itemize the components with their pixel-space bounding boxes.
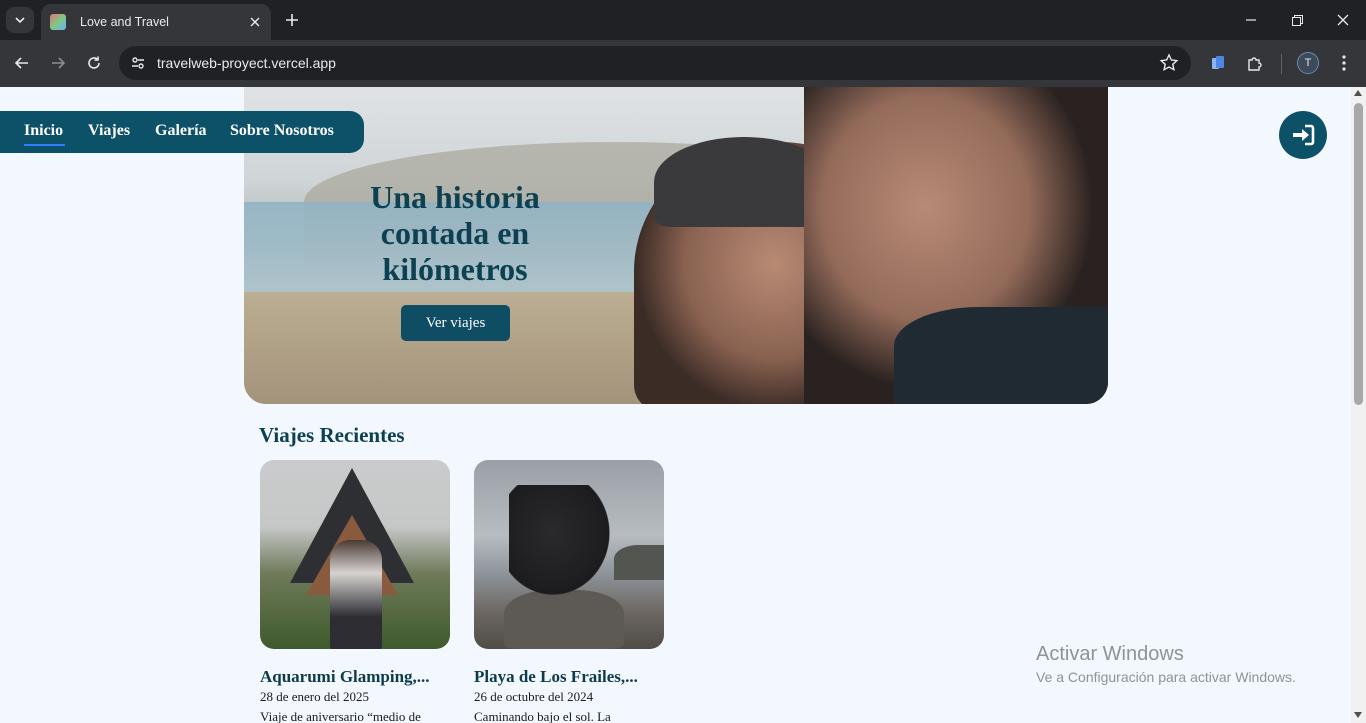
scroll-thumb[interactable] [1354,103,1363,405]
trip-card-description: Caminando bajo el sol. La [474,709,611,723]
couple-figure [330,540,382,649]
hero-photo-shirt [894,307,1108,404]
url-text: travelweb-proyect.vercel.app [157,55,336,71]
vertical-scrollbar[interactable] [1351,87,1366,723]
login-button[interactable] [1279,111,1327,159]
restore-icon [1291,14,1303,26]
puzzle-icon [1248,57,1262,71]
browser-tab[interactable]: Love and Travel [41,4,271,40]
restore-button[interactable] [1274,0,1320,40]
document-icon [1212,56,1224,69]
minimize-button[interactable] [1228,0,1274,40]
hero-title-line: contada en [380,215,530,251]
trip-card-date: 28 de enero del 2025 [260,689,370,704]
trip-card-title[interactable]: Aquarumi Glamping,... [260,667,450,687]
extension-button[interactable] [1206,51,1230,75]
close-tab-button[interactable] [245,12,265,32]
hero-title-line: Una historia [370,179,540,215]
menu-button[interactable] [1332,51,1356,75]
trip-card-description: Viaje de aniversario “medio de [260,709,421,723]
more-vert-icon [1342,55,1346,71]
arrow-right-icon [52,57,66,69]
browser-toolbar: travelweb-proyect.vercel.app T [0,40,1366,87]
nav-link-viajes[interactable]: Viajes [88,122,130,140]
arrow-left-icon [14,57,28,69]
trip-card-title[interactable]: Playa de Los Frailes,... [474,667,664,687]
forward-button[interactable] [44,49,72,77]
tune-icon [132,57,144,69]
windows-activation-subtitle: Ve a Configuración para activar Windows. [1036,669,1296,685]
plus-icon [286,14,298,26]
close-window-button[interactable] [1320,0,1366,40]
browser-tab-bar: Love and Travel [0,0,1366,40]
tab-search-button[interactable] [6,7,34,33]
nav-link-sobre-nosotros[interactable]: Sobre Nosotros [230,122,334,140]
extensions-button[interactable] [1243,51,1267,75]
site-info-button[interactable] [126,51,150,75]
back-button[interactable] [8,49,36,77]
coast-cliff [614,545,664,580]
scroll-down-arrow[interactable] [1354,712,1362,718]
new-tab-button[interactable] [280,8,304,32]
toolbar-separator [1281,54,1282,74]
windows-activation-title: Activar Windows [1036,643,1184,665]
tab-title: Love and Travel [80,15,169,29]
trip-card-date: 26 de octubre del 2024 [474,689,594,704]
trip-card-image[interactable] [474,460,664,649]
trip-card-image[interactable] [260,460,450,649]
chevron-down-icon [15,17,25,24]
reload-icon [88,56,100,69]
couple-figure [509,485,619,605]
address-bar[interactable]: travelweb-proyect.vercel.app [119,46,1191,80]
main-nav: Inicio Viajes Galería Sobre Nosotros [0,111,364,153]
hero-title-line: kilómetros [382,251,528,287]
nav-active-underline [24,144,65,146]
reload-button[interactable] [80,49,108,77]
view-trips-button[interactable]: Ver viajes [401,305,510,341]
page-viewport: Una historia contada en kilómetros Ver v… [0,87,1351,723]
close-icon [250,17,260,27]
nav-link-galeria[interactable]: Galería [155,122,207,140]
nav-link-inicio[interactable]: Inicio [24,122,63,140]
sign-in-icon [1293,124,1315,146]
minimize-icon [1246,19,1256,21]
hero-banner: Una historia contada en kilómetros Ver v… [244,87,1108,404]
scroll-up-arrow[interactable] [1354,90,1362,96]
hero-title: Una historia contada en kilómetros [334,179,576,287]
profile-avatar[interactable]: T [1297,52,1319,74]
favicon-icon [50,14,66,30]
recent-trips-heading: Viajes Recientes [259,423,405,447]
star-icon[interactable] [1159,53,1179,73]
close-icon [1337,14,1349,26]
